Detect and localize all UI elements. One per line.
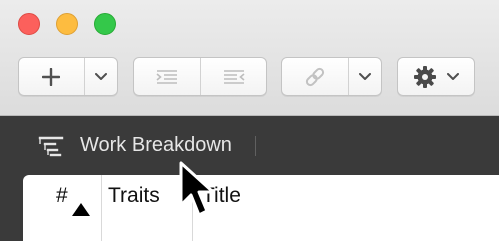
chevron-down-icon [94,72,107,80]
add-button[interactable] [19,58,84,95]
add-button-group [18,57,118,96]
link-button[interactable] [282,58,348,95]
zoom-window-button[interactable] [94,13,116,35]
sort-ascending-icon [72,203,90,216]
column-header-traits[interactable]: Traits [108,184,160,208]
column-header-number[interactable]: # [56,184,68,208]
work-breakdown-icon [38,136,64,157]
window-toolbar [0,0,499,116]
column-header-title[interactable]: Title [202,184,241,208]
settings-button-group [397,57,475,96]
gear-icon [414,65,436,88]
indent-button-group [133,57,267,96]
settings-button[interactable] [398,58,474,95]
plus-icon [42,67,61,86]
link-menu-button[interactable] [347,58,381,95]
close-window-button[interactable] [18,13,40,35]
link-button-group [281,57,382,96]
indent-icon [156,69,177,84]
view-bar-divider [255,136,256,156]
outdent-icon [223,69,245,84]
indent-button[interactable] [134,58,200,95]
add-menu-button[interactable] [83,58,117,95]
minimize-window-button[interactable] [56,13,78,35]
column-divider[interactable] [101,175,102,241]
chevron-down-icon [358,72,371,80]
outline-pane: # Traits Title [23,175,499,241]
view-bar: Work Breakdown [0,116,499,175]
column-divider[interactable] [192,175,193,241]
view-title[interactable]: Work Breakdown [80,133,232,157]
content-area: # Traits Title [0,175,499,241]
outdent-button[interactable] [200,58,266,95]
chevron-down-icon [447,72,459,80]
link-icon [305,67,324,86]
